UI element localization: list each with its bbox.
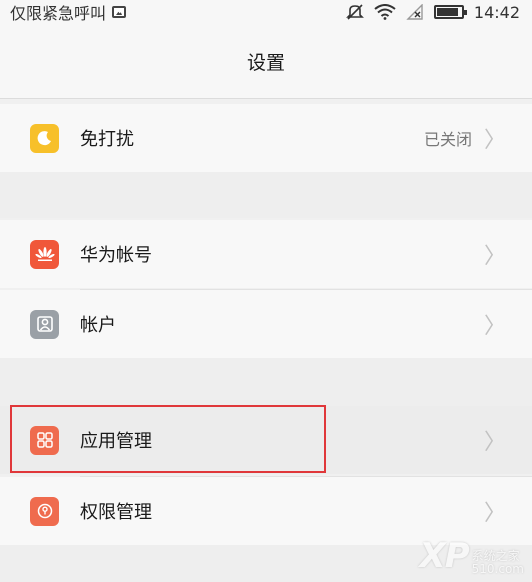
settings-item-label: 免打扰: [80, 129, 134, 150]
section-gap: [0, 172, 532, 218]
watermark-text: 系统之家 510.com: [472, 550, 524, 576]
mute-icon: [345, 4, 364, 20]
chevron-right-icon: 〉: [483, 244, 506, 269]
settings-item-accounts[interactable]: 帐户 〉: [0, 290, 532, 358]
chevron-right-icon: 〉: [483, 314, 506, 339]
watermark-line2: 510.com: [471, 562, 524, 576]
permission-icon: [30, 496, 59, 526]
settings-item-app-manager[interactable]: 应用管理 〉: [0, 406, 532, 474]
clock-text: 14:42: [473, 2, 520, 22]
moon-icon: [30, 123, 59, 153]
image-icon: [112, 6, 127, 18]
no-signal-icon: [406, 4, 423, 20]
apps-grid-icon: [30, 425, 59, 455]
huawei-logo-icon: [30, 239, 59, 269]
section-gap: [0, 358, 532, 406]
settings-item-permission-manager[interactable]: 权限管理 〉: [0, 477, 532, 545]
title-bar: 设置: [0, 24, 532, 99]
wifi-icon: [374, 4, 396, 20]
status-bar: 仅限紧急呼叫 14:42: [0, 0, 532, 24]
watermark-logo: XP: [419, 536, 470, 576]
chevron-right-icon: 〉: [483, 128, 506, 153]
settings-item-label: 权限管理: [80, 502, 152, 523]
chevron-right-icon: 〉: [483, 501, 506, 526]
settings-item-label: 帐户: [80, 315, 116, 336]
settings-item-do-not-disturb[interactable]: 免打扰 已关闭 〉: [0, 104, 532, 172]
settings-item-value: 已关闭: [423, 130, 472, 149]
settings-item-huawei-account[interactable]: 华为帐号 〉: [0, 220, 532, 288]
settings-item-label: 华为帐号: [80, 245, 152, 266]
page-title: 设置: [246, 51, 285, 74]
person-icon: [30, 309, 59, 339]
carrier-text: 仅限紧急呼叫: [10, 4, 107, 23]
settings-item-label: 应用管理: [80, 431, 152, 452]
chevron-right-icon: 〉: [483, 430, 506, 455]
watermark: XP 系统之家 510.com: [420, 536, 525, 576]
battery-icon: [433, 5, 467, 19]
